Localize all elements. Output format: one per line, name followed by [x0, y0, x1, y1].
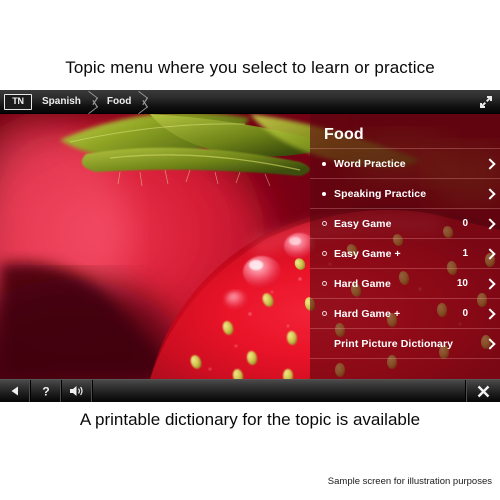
breadcrumb-item-food[interactable]: Food	[97, 90, 135, 114]
close-x-icon	[477, 385, 489, 397]
chevron-right-icon	[476, 157, 500, 170]
breadcrumb-separator-icon	[135, 90, 147, 114]
chevron-right-icon	[476, 277, 500, 290]
bullet-filled-icon	[316, 191, 332, 196]
menu-item-word-practice[interactable]: Word Practice	[310, 149, 500, 179]
menu-item-value: 0	[462, 218, 468, 229]
app-window: Food Word Practice Speaking Practice Eas…	[0, 90, 500, 402]
menu-item-value: 10	[456, 278, 468, 289]
menu-item-hard-game[interactable]: Hard Game 10	[310, 269, 500, 299]
chevron-right-icon	[476, 247, 500, 260]
back-button[interactable]	[0, 380, 31, 402]
close-button[interactable]	[465, 380, 500, 402]
bottom-caption: A printable dictionary for the topic is …	[79, 410, 421, 429]
speaker-volume-icon	[70, 386, 83, 396]
question-mark-icon: ?	[42, 385, 49, 399]
menu-item-label: Easy Game +	[334, 247, 401, 260]
menu-item-speaking-practice[interactable]: Speaking Practice	[310, 179, 500, 209]
menu-item-label: Hard Game +	[334, 307, 401, 320]
chevron-right-icon	[476, 337, 500, 350]
chevron-right-icon	[476, 217, 500, 230]
panel-title: Food	[324, 126, 364, 143]
bullet-hollow-icon	[316, 251, 332, 256]
menu-item-label: Speaking Practice	[334, 187, 427, 200]
chevron-right-icon	[476, 307, 500, 320]
menu-item-easy-game[interactable]: Easy Game 0	[310, 209, 500, 239]
expand-fullscreen-icon[interactable]	[478, 94, 494, 110]
breadcrumb-separator-icon	[85, 90, 97, 114]
chevron-right-icon	[476, 187, 500, 200]
topic-menu-list: Word Practice Speaking Practice Easy Gam…	[310, 148, 500, 359]
menu-item-label: Hard Game	[334, 277, 391, 290]
back-triangle-icon	[11, 386, 18, 396]
bullet-none-icon	[316, 342, 332, 346]
menu-item-label: Easy Game	[334, 217, 392, 230]
topic-menu-panel: Food Word Practice Speaking Practice Eas…	[310, 114, 500, 379]
top-caption: Topic menu where you select to learn or …	[65, 58, 435, 77]
player-toolbar: ?	[0, 379, 500, 402]
help-button[interactable]: ?	[31, 380, 62, 402]
menu-item-label: Word Practice	[334, 157, 406, 170]
svg-text:?: ?	[42, 385, 49, 399]
bullet-filled-icon	[316, 161, 332, 166]
bullet-hollow-icon	[316, 221, 332, 226]
menu-item-easy-game-plus[interactable]: Easy Game + 1	[310, 239, 500, 269]
menu-item-value: 0	[462, 308, 468, 319]
tn-logo[interactable]: TN	[4, 93, 32, 110]
menu-item-print-picture-dictionary[interactable]: Print Picture Dictionary	[310, 329, 500, 359]
disclaimer-text: Sample screen for illustration purposes	[327, 476, 492, 487]
breadcrumb: TN Spanish Food	[0, 90, 500, 114]
bullet-hollow-icon	[316, 281, 332, 286]
bullet-hollow-icon	[316, 311, 332, 316]
menu-item-label: Print Picture Dictionary	[334, 337, 454, 350]
sound-button[interactable]	[62, 380, 93, 402]
breadcrumb-item-spanish[interactable]: Spanish	[32, 90, 85, 114]
menu-item-value: 1	[462, 248, 468, 259]
menu-item-hard-game-plus[interactable]: Hard Game + 0	[310, 299, 500, 329]
